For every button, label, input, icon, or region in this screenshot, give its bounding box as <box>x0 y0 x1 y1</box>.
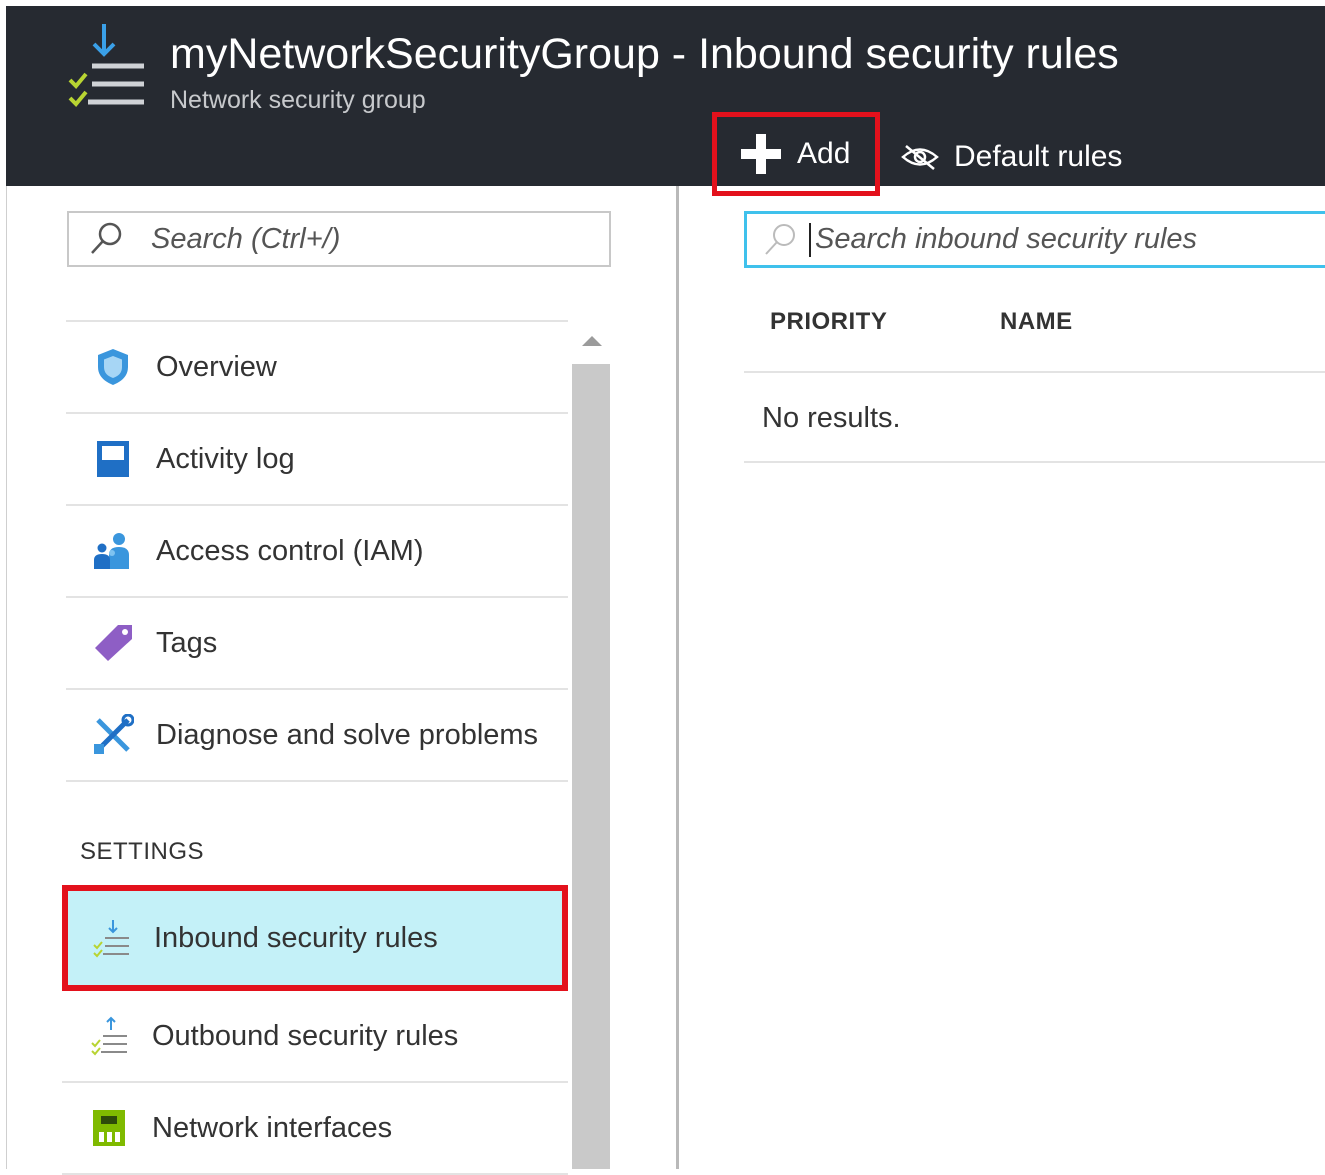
menu-item-label: Activity log <box>156 442 295 475</box>
rules-search-box[interactable] <box>744 211 1325 268</box>
menu-item-label: Tags <box>156 626 218 659</box>
page-subtitle: Network security group <box>170 86 426 114</box>
activity-log-icon <box>97 441 129 477</box>
blade-divider <box>676 186 679 1169</box>
column-header-priority[interactable]: PRIORITY <box>770 308 887 336</box>
add-button-label: Add <box>797 137 851 170</box>
people-icon <box>94 533 129 569</box>
scroll-up-arrow-icon[interactable] <box>582 336 602 346</box>
eye-hidden-icon <box>901 145 939 170</box>
settings-section-header: SETTINGS <box>80 838 205 865</box>
inbound-rules-icon <box>68 24 144 107</box>
menu-item-activity-log[interactable]: Activity log <box>66 412 568 504</box>
rules-search-input[interactable] <box>813 222 1297 257</box>
tools-icon <box>94 714 134 754</box>
menu-item-network-interfaces[interactable]: Network interfaces <box>62 1081 568 1175</box>
add-button[interactable]: Add <box>712 112 880 196</box>
shield-icon <box>98 349 128 385</box>
table-row-divider <box>744 461 1325 463</box>
menu-item-label: Diagnose and solve problems <box>156 718 539 751</box>
network-interface-icon <box>93 1110 125 1146</box>
menu-item-overview[interactable]: Overview <box>66 320 568 412</box>
column-header-name[interactable]: NAME <box>1000 308 1073 336</box>
outbound-rules-icon <box>91 1016 127 1056</box>
inbound-rules-icon <box>93 920 129 958</box>
menu-search-box[interactable] <box>67 211 611 267</box>
menu-item-label: Access control (IAM) <box>156 534 424 567</box>
plus-icon <box>741 134 781 174</box>
menu-item-label: Outbound security rules <box>152 1019 459 1052</box>
default-rules-button[interactable]: Default rules <box>900 132 1122 182</box>
menu-item-tags[interactable]: Tags <box>66 596 568 688</box>
menu-item-label: Network interfaces <box>152 1111 393 1144</box>
scroll-thumb[interactable] <box>572 364 610 1169</box>
table-header-divider <box>744 371 1325 373</box>
blade-header: myNetworkSecurityGroup - Inbound securit… <box>6 6 1325 196</box>
menu-scrollbar[interactable] <box>572 330 610 1169</box>
search-icon <box>91 222 122 254</box>
menu-item-access-control[interactable]: Access control (IAM) <box>66 504 568 596</box>
tag-icon <box>95 625 132 661</box>
menu-item-inbound-rules[interactable]: Inbound security rules <box>62 885 568 991</box>
page-title: myNetworkSecurityGroup - Inbound securit… <box>170 30 1119 78</box>
menu-search-input[interactable] <box>149 221 593 257</box>
settings-menu: Inbound security rules Outbound security… <box>62 885 568 1175</box>
default-rules-label: Default rules <box>954 140 1123 173</box>
resource-menu: Overview Activity log Access control (IA… <box>66 320 568 782</box>
menu-item-diagnose[interactable]: Diagnose and solve problems <box>66 688 568 782</box>
menu-item-label: Inbound security rules <box>154 921 438 954</box>
search-icon <box>765 223 795 255</box>
menu-item-outbound-rules[interactable]: Outbound security rules <box>62 991 568 1081</box>
empty-state-text: No results. <box>762 402 901 434</box>
text-caret <box>809 222 811 257</box>
menu-item-label: Overview <box>156 350 277 383</box>
